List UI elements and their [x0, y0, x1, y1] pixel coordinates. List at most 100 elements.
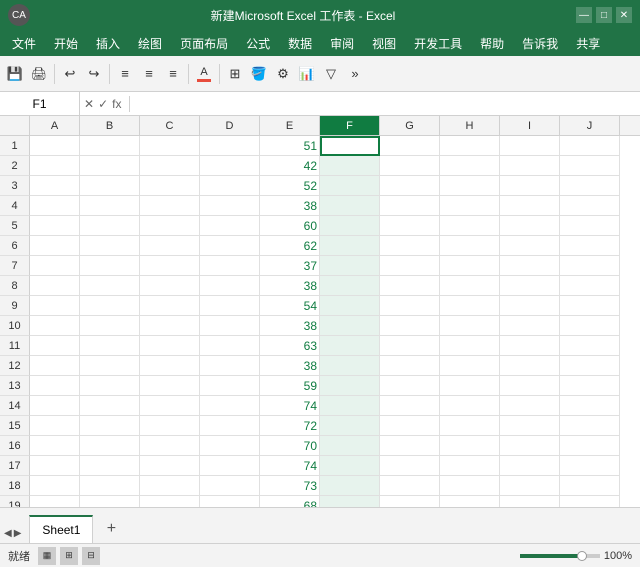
cell-a14[interactable] — [30, 396, 80, 416]
col-header-d[interactable]: D — [200, 116, 260, 135]
cell-i12[interactable] — [500, 356, 560, 376]
minimize-button[interactable]: — — [576, 7, 592, 23]
cell-c14[interactable] — [140, 396, 200, 416]
cell-a19[interactable] — [30, 496, 80, 507]
cell-d12[interactable] — [200, 356, 260, 376]
cell-j17[interactable] — [560, 456, 620, 476]
cell-h15[interactable] — [440, 416, 500, 436]
print-button[interactable]: 🖨 — [28, 63, 50, 85]
row-header-2[interactable]: 2 — [0, 156, 30, 176]
cell-a15[interactable] — [30, 416, 80, 436]
cell-e9[interactable]: 54 — [260, 296, 320, 316]
menu-review[interactable]: 审阅 — [322, 33, 362, 54]
cell-i14[interactable] — [500, 396, 560, 416]
col-header-j[interactable]: J — [560, 116, 620, 135]
cell-i13[interactable] — [500, 376, 560, 396]
page-layout-button[interactable]: ⊞ — [60, 547, 78, 565]
cell-f17[interactable] — [320, 456, 380, 476]
cell-g19[interactable] — [380, 496, 440, 507]
insert-function-icon[interactable]: fx — [112, 97, 121, 111]
cell-e13[interactable]: 59 — [260, 376, 320, 396]
cell-e16[interactable]: 70 — [260, 436, 320, 456]
cell-j4[interactable] — [560, 196, 620, 216]
cell-d17[interactable] — [200, 456, 260, 476]
cell-f10[interactable] — [320, 316, 380, 336]
cell-j9[interactable] — [560, 296, 620, 316]
cell-h13[interactable] — [440, 376, 500, 396]
cell-h5[interactable] — [440, 216, 500, 236]
cell-d4[interactable] — [200, 196, 260, 216]
cell-d3[interactable] — [200, 176, 260, 196]
cell-c9[interactable] — [140, 296, 200, 316]
col-header-e[interactable]: E — [260, 116, 320, 135]
cell-j11[interactable] — [560, 336, 620, 356]
cell-g17[interactable] — [380, 456, 440, 476]
cell-g2[interactable] — [380, 156, 440, 176]
cell-g4[interactable] — [380, 196, 440, 216]
cell-b9[interactable] — [80, 296, 140, 316]
cell-i3[interactable] — [500, 176, 560, 196]
cell-g10[interactable] — [380, 316, 440, 336]
cell-b18[interactable] — [80, 476, 140, 496]
cell-h1[interactable] — [440, 136, 500, 156]
cell-c8[interactable] — [140, 276, 200, 296]
cell-d2[interactable] — [200, 156, 260, 176]
cell-d9[interactable] — [200, 296, 260, 316]
cell-d8[interactable] — [200, 276, 260, 296]
cell-b3[interactable] — [80, 176, 140, 196]
row-header-17[interactable]: 17 — [0, 456, 30, 476]
cell-g16[interactable] — [380, 436, 440, 456]
save-button[interactable]: 💾 — [4, 63, 26, 85]
cell-a6[interactable] — [30, 236, 80, 256]
cell-e2[interactable]: 42 — [260, 156, 320, 176]
cell-j19[interactable] — [560, 496, 620, 507]
cell-h19[interactable] — [440, 496, 500, 507]
cell-h7[interactable] — [440, 256, 500, 276]
cell-reference[interactable]: F1 — [0, 92, 80, 115]
add-sheet-button[interactable]: + — [99, 517, 123, 541]
row-header-4[interactable]: 4 — [0, 196, 30, 216]
sheet-scroll-left[interactable]: ◀ — [4, 528, 12, 539]
row-header-15[interactable]: 15 — [0, 416, 30, 436]
row-header-9[interactable]: 9 — [0, 296, 30, 316]
cell-i15[interactable] — [500, 416, 560, 436]
cell-f15[interactable] — [320, 416, 380, 436]
cell-b8[interactable] — [80, 276, 140, 296]
col-header-c[interactable]: C — [140, 116, 200, 135]
row-header-16[interactable]: 16 — [0, 436, 30, 456]
cell-a18[interactable] — [30, 476, 80, 496]
font-color-button[interactable]: A — [193, 63, 215, 85]
row-header-1[interactable]: 1 — [0, 136, 30, 156]
cell-e6[interactable]: 62 — [260, 236, 320, 256]
more-button[interactable]: » — [344, 63, 366, 85]
row-header-5[interactable]: 5 — [0, 216, 30, 236]
fill-color-button[interactable]: 🪣 — [248, 63, 270, 85]
cell-a17[interactable] — [30, 456, 80, 476]
cell-e5[interactable]: 60 — [260, 216, 320, 236]
cell-i7[interactable] — [500, 256, 560, 276]
cell-f19[interactable] — [320, 496, 380, 507]
cell-b12[interactable] — [80, 356, 140, 376]
cell-h2[interactable] — [440, 156, 500, 176]
col-header-b[interactable]: B — [80, 116, 140, 135]
cell-g6[interactable] — [380, 236, 440, 256]
cell-i19[interactable] — [500, 496, 560, 507]
cell-d5[interactable] — [200, 216, 260, 236]
normal-view-button[interactable]: ▦ — [38, 547, 56, 565]
filter-button[interactable]: ▽ — [320, 63, 342, 85]
cell-c2[interactable] — [140, 156, 200, 176]
cell-b17[interactable] — [80, 456, 140, 476]
cell-f2[interactable] — [320, 156, 380, 176]
cell-b13[interactable] — [80, 376, 140, 396]
cell-b19[interactable] — [80, 496, 140, 507]
cell-a13[interactable] — [30, 376, 80, 396]
cell-e12[interactable]: 38 — [260, 356, 320, 376]
cell-a16[interactable] — [30, 436, 80, 456]
cell-a11[interactable] — [30, 336, 80, 356]
cell-g3[interactable] — [380, 176, 440, 196]
cell-i10[interactable] — [500, 316, 560, 336]
cell-a10[interactable] — [30, 316, 80, 336]
cell-h16[interactable] — [440, 436, 500, 456]
page-break-button[interactable]: ⊟ — [82, 547, 100, 565]
cell-d15[interactable] — [200, 416, 260, 436]
